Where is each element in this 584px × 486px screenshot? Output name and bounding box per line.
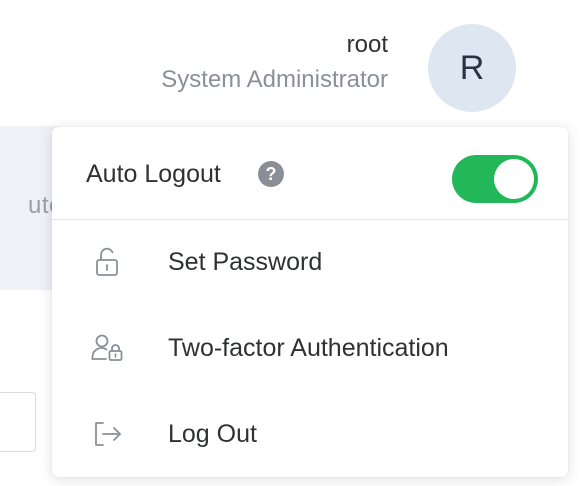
avatar[interactable]: R xyxy=(428,24,516,112)
user-info[interactable]: root System Administrator xyxy=(161,30,388,98)
auto-logout-toggle[interactable] xyxy=(452,155,538,203)
menu-item-label: Log Out xyxy=(168,420,257,448)
header: root System Administrator R xyxy=(0,0,584,124)
auto-logout-row: Auto Logout ? xyxy=(52,127,568,220)
background-input[interactable] xyxy=(0,392,36,452)
page: uto root System Administrator R Auto Log… xyxy=(0,0,584,486)
auto-logout-label: Auto Logout xyxy=(86,160,221,188)
menu-item-label: Two-factor Authentication xyxy=(168,334,449,362)
avatar-initial: R xyxy=(459,48,485,87)
menu-item-log-out[interactable]: Log Out xyxy=(52,391,568,477)
unlock-icon xyxy=(96,247,118,276)
menu-item-two-factor[interactable]: Two-factor Authentication xyxy=(52,305,568,391)
user-name: root xyxy=(346,31,388,58)
user-menu-dropdown: Auto Logout ? Set Password Two-factor Au… xyxy=(52,127,568,477)
logout-icon xyxy=(95,422,121,446)
user-lock-icon xyxy=(91,334,123,361)
menu-item-label: Set Password xyxy=(168,248,323,276)
menu-item-set-password[interactable]: Set Password xyxy=(52,219,568,305)
help-icon[interactable]: ? xyxy=(258,161,284,187)
toggle-knob xyxy=(494,159,534,199)
user-role: System Administrator xyxy=(161,66,388,93)
